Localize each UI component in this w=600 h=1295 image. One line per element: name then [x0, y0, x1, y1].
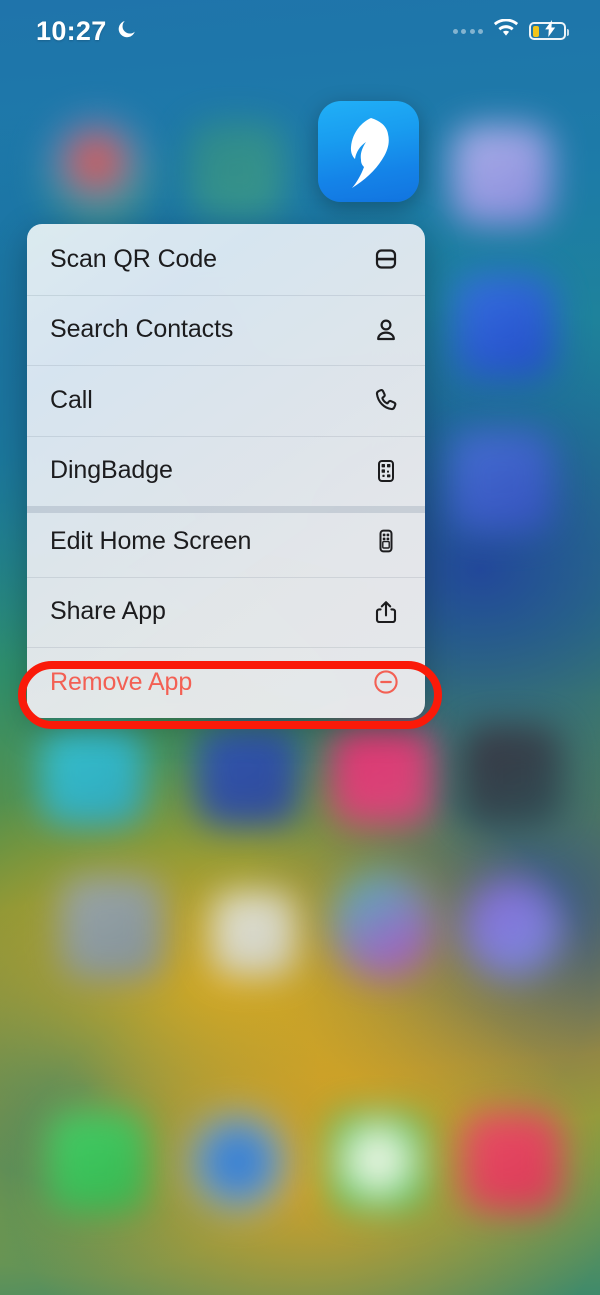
menu-item-label: DingBadge — [50, 456, 173, 485]
menu-item-label: Remove App — [50, 667, 193, 696]
magenta-app-blob — [330, 872, 434, 978]
status-bar-left: 10:27 — [36, 16, 138, 47]
grey-app-blob — [60, 876, 164, 980]
menu-item-scan-qr-code[interactable]: Scan QR Code — [27, 224, 425, 295]
iphone-home-screen: 10:27 Scan QR Code Search Contacts Call … — [0, 0, 600, 1295]
navy-app-blob — [196, 726, 300, 826]
menu-item-share-app[interactable]: Share App — [27, 576, 425, 648]
menu-item-search-contacts[interactable]: Search Contacts — [27, 294, 425, 366]
dark-app-blob — [462, 726, 562, 826]
dingtalk-wing-icon — [350, 117, 389, 188]
safari-dock-blob — [190, 1114, 286, 1210]
violet-app-blob — [462, 878, 562, 978]
edit-home-screen-icon — [371, 526, 401, 556]
lavender-app-blob — [452, 125, 552, 225]
cyan-app-blob — [40, 726, 144, 826]
status-bar-right — [452, 18, 569, 43]
scan-qr-icon — [371, 244, 401, 274]
menu-item-label: Scan QR Code — [50, 244, 217, 273]
phone-dock-blob — [48, 1112, 148, 1212]
signal-dots-icon — [452, 28, 483, 34]
menu-item-edit-home-screen[interactable]: Edit Home Screen — [27, 506, 425, 577]
wifi-icon — [493, 18, 519, 43]
app-context-menu: Scan QR Code Search Contacts Call DingBa… — [27, 224, 425, 718]
phone-icon — [371, 385, 401, 415]
menu-item-call[interactable]: Call — [27, 365, 425, 436]
dingtalk-app-icon[interactable] — [318, 101, 419, 202]
chrome-app-blob — [46, 118, 150, 222]
blue-app-blob — [455, 275, 555, 379]
status-bar: 10:27 — [0, 0, 600, 62]
battery-charging-icon — [529, 20, 569, 42]
moon-icon — [116, 18, 138, 45]
menu-item-label: Edit Home Screen — [50, 526, 252, 555]
status-bar-clock: 10:27 — [36, 15, 107, 46]
indigo-app-blob — [450, 430, 554, 534]
remove-circle-icon — [371, 667, 401, 697]
badge-icon — [371, 456, 401, 486]
menu-item-label: Search Contacts — [50, 315, 234, 344]
menu-item-remove-app[interactable]: Remove App — [27, 647, 425, 718]
pink-app-blob — [330, 726, 434, 826]
charging-bolt-icon — [544, 20, 557, 42]
music-dock-blob — [462, 1112, 562, 1212]
battery-fill — [533, 25, 539, 37]
share-icon — [371, 597, 401, 627]
messages-dock-blob — [328, 1112, 428, 1212]
person-icon — [371, 315, 401, 345]
menu-item-label: Share App — [50, 597, 166, 626]
teal-app-blob — [188, 122, 284, 218]
white-app-blob — [212, 892, 296, 976]
menu-item-dingbadge[interactable]: DingBadge — [27, 435, 425, 507]
menu-item-label: Call — [50, 385, 93, 414]
